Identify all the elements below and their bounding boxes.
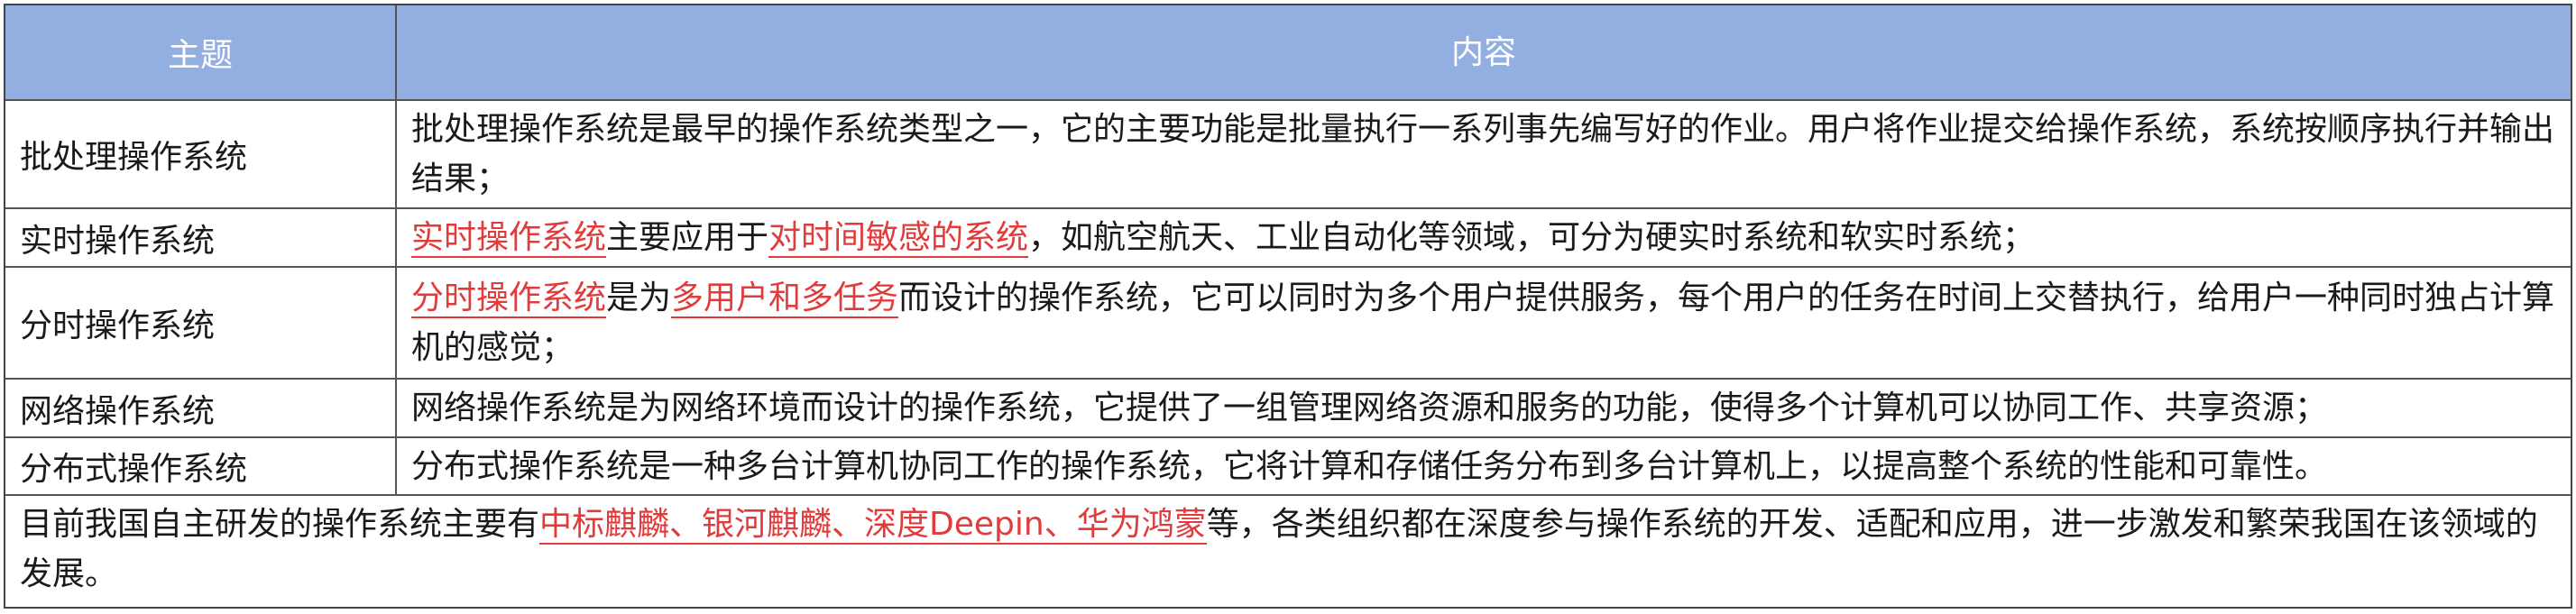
table-header-row: 主题 内容 xyxy=(5,5,2571,101)
content-text: 网络操作系统是为网络环境而设计的操作系统，它提供了一组管理网络资源和服务的功能，… xyxy=(411,383,2327,433)
row-topic: 分布式操作系统 xyxy=(5,438,397,494)
content-text: 分布式操作系统是一种多台计算机协同工作的操作系统，它将计算和存储任务分布到多台计… xyxy=(411,442,2327,491)
text-segment: 主要应用于 xyxy=(606,219,769,256)
table-row: 分布式操作系统 分布式操作系统是一种多台计算机协同工作的操作系统，它将计算和存储… xyxy=(5,438,2571,496)
row-topic: 分时操作系统 xyxy=(5,268,397,378)
content-text: 目前我国自主研发的操作系统主要有中标麒麟、银河麒麟、深度Deepin、华为鸿蒙等… xyxy=(20,506,2538,592)
row-content: 分布式操作系统是一种多台计算机协同工作的操作系统，它将计算和存储任务分布到多台计… xyxy=(397,438,2571,494)
row-content: 分时操作系统是为多用户和多任务而设计的操作系统，它可以同时为多个用户提供服务，每… xyxy=(397,268,2571,378)
highlighted-term: 对时间敏感的系统 xyxy=(768,219,1029,258)
highlighted-term: 多用户和多任务 xyxy=(671,280,899,318)
row-content: 批处理操作系统是最早的操作系统类型之一，它的主要功能是批量执行一系列事先编写好的… xyxy=(397,101,2571,207)
highlighted-term: 实时操作系统 xyxy=(411,219,607,258)
table-row: 分时操作系统 分时操作系统是为多用户和多任务而设计的操作系统，它可以同时为多个用… xyxy=(5,268,2571,380)
header-content: 内容 xyxy=(1450,33,1516,71)
row-topic: 实时操作系统 xyxy=(5,209,397,266)
text-segment: 批处理操作系统是最早的操作系统类型之一，它的主要功能是批量执行一系列事先编写好的… xyxy=(411,111,2555,197)
row-topic: 批处理操作系统 xyxy=(5,101,397,207)
content-text: 批处理操作系统是最早的操作系统类型之一，它的主要功能是批量执行一系列事先编写好的… xyxy=(411,105,2556,204)
text-segment: 网络操作系统是为网络环境而设计的操作系统，它提供了一组管理网络资源和服务的功能，… xyxy=(411,389,2328,426)
text-segment: 是为 xyxy=(606,280,672,316)
os-types-table: 主题 内容 批处理操作系统 批处理操作系统是最早的操作系统类型之一，它的主要功能… xyxy=(4,4,2572,609)
header-topic: 主题 xyxy=(5,5,397,99)
table-row: 实时操作系统 实时操作系统主要应用于对时间敏感的系统，如航空航天、工业自动化等领… xyxy=(5,209,2571,268)
table-footer-row: 目前我国自主研发的操作系统主要有中标麒麟、银河麒麟、深度Deepin、华为鸿蒙等… xyxy=(5,496,2571,607)
row-content: 网络操作系统是为网络环境而设计的操作系统，它提供了一组管理网络资源和服务的功能，… xyxy=(397,380,2571,436)
highlighted-term: 中标麒麟、银河麒麟、深度Deepin、华为鸿蒙 xyxy=(539,506,1207,545)
row-content: 实时操作系统主要应用于对时间敏感的系统，如航空航天、工业自动化等领域，可分为硬实… xyxy=(397,209,2571,266)
highlighted-term: 分时操作系统 xyxy=(411,280,607,318)
row-topic: 网络操作系统 xyxy=(5,380,397,436)
text-segment: 目前我国自主研发的操作系统主要有 xyxy=(20,506,540,543)
content-text: 实时操作系统主要应用于对时间敏感的系统，如航空航天、工业自动化等领域，可分为硬实… xyxy=(411,213,2035,262)
table-row: 批处理操作系统 批处理操作系统是最早的操作系统类型之一，它的主要功能是批量执行一… xyxy=(5,101,2571,209)
table-row: 网络操作系统 网络操作系统是为网络环境而设计的操作系统，它提供了一组管理网络资源… xyxy=(5,380,2571,438)
content-text: 分时操作系统是为多用户和多任务而设计的操作系统，它可以同时为多个用户提供服务，每… xyxy=(411,273,2556,372)
text-segment: 分布式操作系统是一种多台计算机协同工作的操作系统，它将计算和存储任务分布到多台计… xyxy=(411,447,2328,485)
footer-note: 目前我国自主研发的操作系统主要有中标麒麟、银河麒麟、深度Deepin、华为鸿蒙等… xyxy=(5,496,2571,607)
text-segment: ，如航空航天、工业自动化等领域，可分为硬实时系统和软实时系统； xyxy=(1028,219,2036,256)
